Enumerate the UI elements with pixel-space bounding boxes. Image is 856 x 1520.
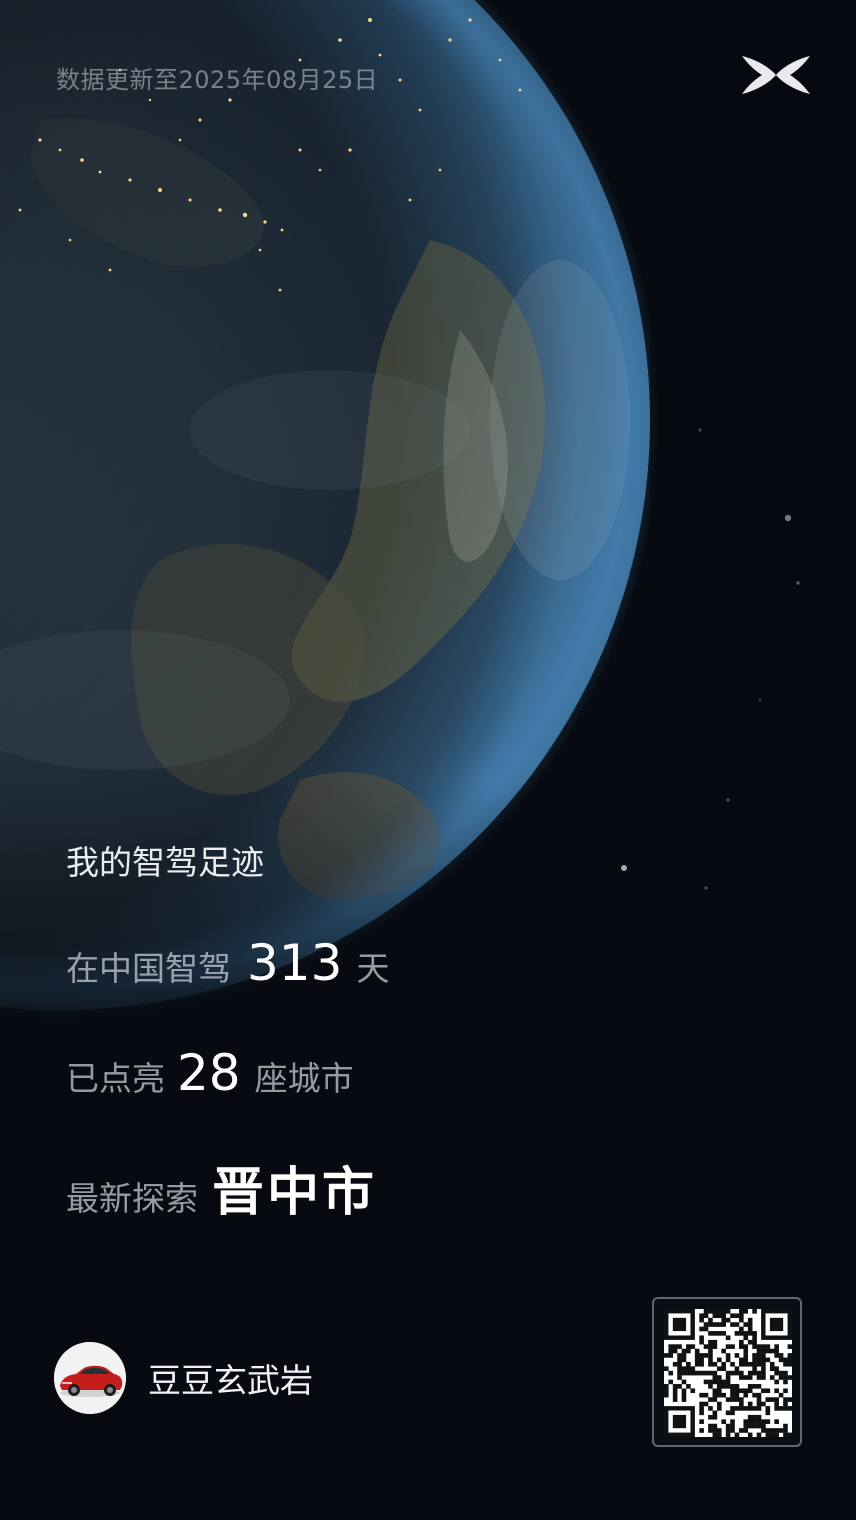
username: 豆豆玄武岩 bbox=[148, 1361, 313, 1400]
footprint-title: 我的智驾足迹 bbox=[66, 843, 264, 882]
latest-stat-row: 最新探索 晋中市 bbox=[66, 1150, 391, 1225]
xpeng-x-logo-icon bbox=[742, 56, 810, 94]
days-label: 在中国智驾 bbox=[66, 949, 231, 988]
right-shade-panel bbox=[650, 0, 856, 1520]
days-value: 313 bbox=[247, 934, 343, 992]
cities-value: 28 bbox=[177, 1044, 241, 1102]
qr-code-frame[interactable] bbox=[652, 1297, 802, 1447]
latest-label: 最新探索 bbox=[66, 1179, 198, 1218]
days-unit: 天 bbox=[356, 949, 390, 988]
qr-code-icon bbox=[664, 1309, 793, 1438]
user-profile: 豆豆玄武岩 bbox=[54, 1342, 313, 1414]
red-car-avatar-icon bbox=[54, 1342, 126, 1414]
days-stat-row: 在中国智驾 313 天 bbox=[66, 934, 389, 992]
cities-stat-row: 已点亮 28 座城市 bbox=[66, 1044, 354, 1102]
share-poster: 数据更新至2025年08月25日 我的智驾足迹 在中国智驾 313 天 已点亮 … bbox=[0, 0, 856, 1520]
cities-label: 已点亮 bbox=[66, 1059, 165, 1098]
cities-unit: 座城市 bbox=[254, 1059, 354, 1098]
avatar bbox=[54, 1342, 126, 1414]
data-update-date: 数据更新至2025年08月25日 bbox=[56, 66, 379, 94]
latest-city-value: 晋中市 bbox=[212, 1163, 378, 1223]
